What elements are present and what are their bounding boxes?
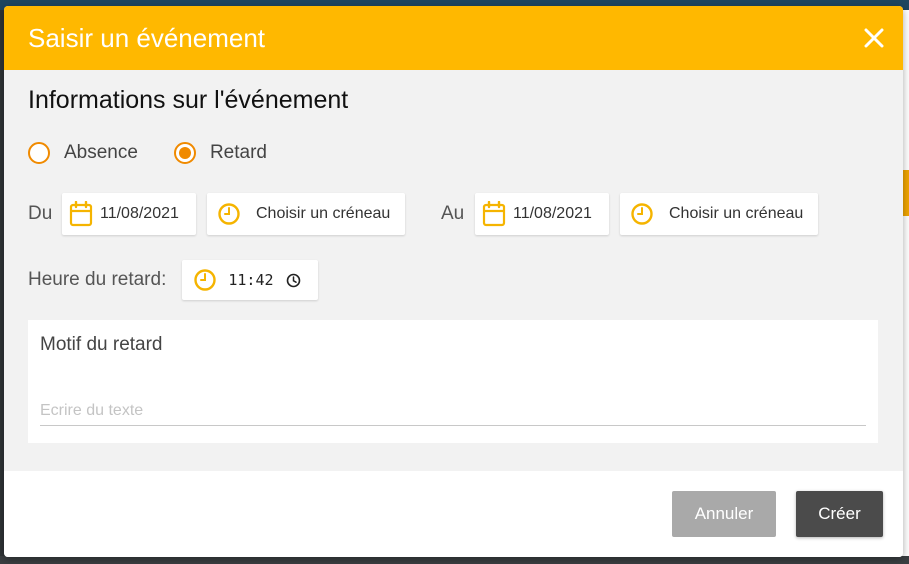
radio-retard-circle[interactable] xyxy=(173,142,196,164)
calendar-icon xyxy=(69,201,93,227)
calendar-icon xyxy=(482,201,506,227)
from-slot-label: Choisir un créneau xyxy=(256,205,391,222)
lateness-time-input[interactable]: 11:42 xyxy=(182,260,319,300)
create-button[interactable]: Créer xyxy=(796,491,883,537)
time-picker-icon[interactable] xyxy=(286,273,301,288)
date-range-row: Du 11/08/2021 Choisir un créneau Au 11/0… xyxy=(28,193,879,235)
to-date-value: 11/08/2021 xyxy=(513,205,592,222)
cancel-button[interactable]: Annuler xyxy=(672,491,776,537)
radio-retard-label: Retard xyxy=(209,142,267,163)
dialog-header: Saisir un événement xyxy=(4,6,903,70)
reason-card: Motif du retard xyxy=(28,320,878,443)
from-date-value: 11/08/2021 xyxy=(100,205,179,222)
close-icon[interactable] xyxy=(859,23,889,53)
event-dialog: Saisir un événement Informations sur l'é… xyxy=(4,6,903,557)
radio-absence-label: Absence xyxy=(64,142,138,163)
clock-icon xyxy=(630,202,654,226)
radio-selected-dot xyxy=(178,147,191,159)
lateness-label: Heure du retard: xyxy=(28,269,167,290)
background-app-footer xyxy=(0,556,909,564)
dialog-footer: Annuler Créer xyxy=(4,471,903,557)
clock-icon xyxy=(217,202,241,226)
from-label: Du xyxy=(28,203,53,224)
dialog-body: Informations sur l'événement Absence Ret… xyxy=(4,70,903,471)
clock-icon xyxy=(193,268,217,292)
reason-text-input[interactable] xyxy=(40,398,866,426)
from-date-picker[interactable]: 11/08/2021 xyxy=(62,193,196,235)
event-type-radio-group: Absence Retard xyxy=(28,138,879,168)
lateness-time-value: 11:42 xyxy=(228,271,274,289)
from-slot-picker[interactable]: Choisir un créneau xyxy=(207,193,405,235)
to-date-picker[interactable]: 11/08/2021 xyxy=(475,193,609,235)
radio-absence-circle[interactable] xyxy=(28,142,50,164)
to-slot-label: Choisir un créneau xyxy=(669,205,804,222)
section-title: Informations sur l'événement xyxy=(28,86,349,114)
background-app-accent xyxy=(903,170,909,216)
to-slot-picker[interactable]: Choisir un créneau xyxy=(620,193,818,235)
dialog-title: Saisir un événement xyxy=(28,22,266,53)
lateness-time-row: Heure du retard: 11:42 xyxy=(28,260,879,300)
to-label: Au xyxy=(441,203,465,224)
reason-label: Motif du retard xyxy=(40,334,163,355)
radio-retard[interactable]: Retard xyxy=(173,142,267,164)
radio-absence[interactable]: Absence xyxy=(28,142,138,164)
